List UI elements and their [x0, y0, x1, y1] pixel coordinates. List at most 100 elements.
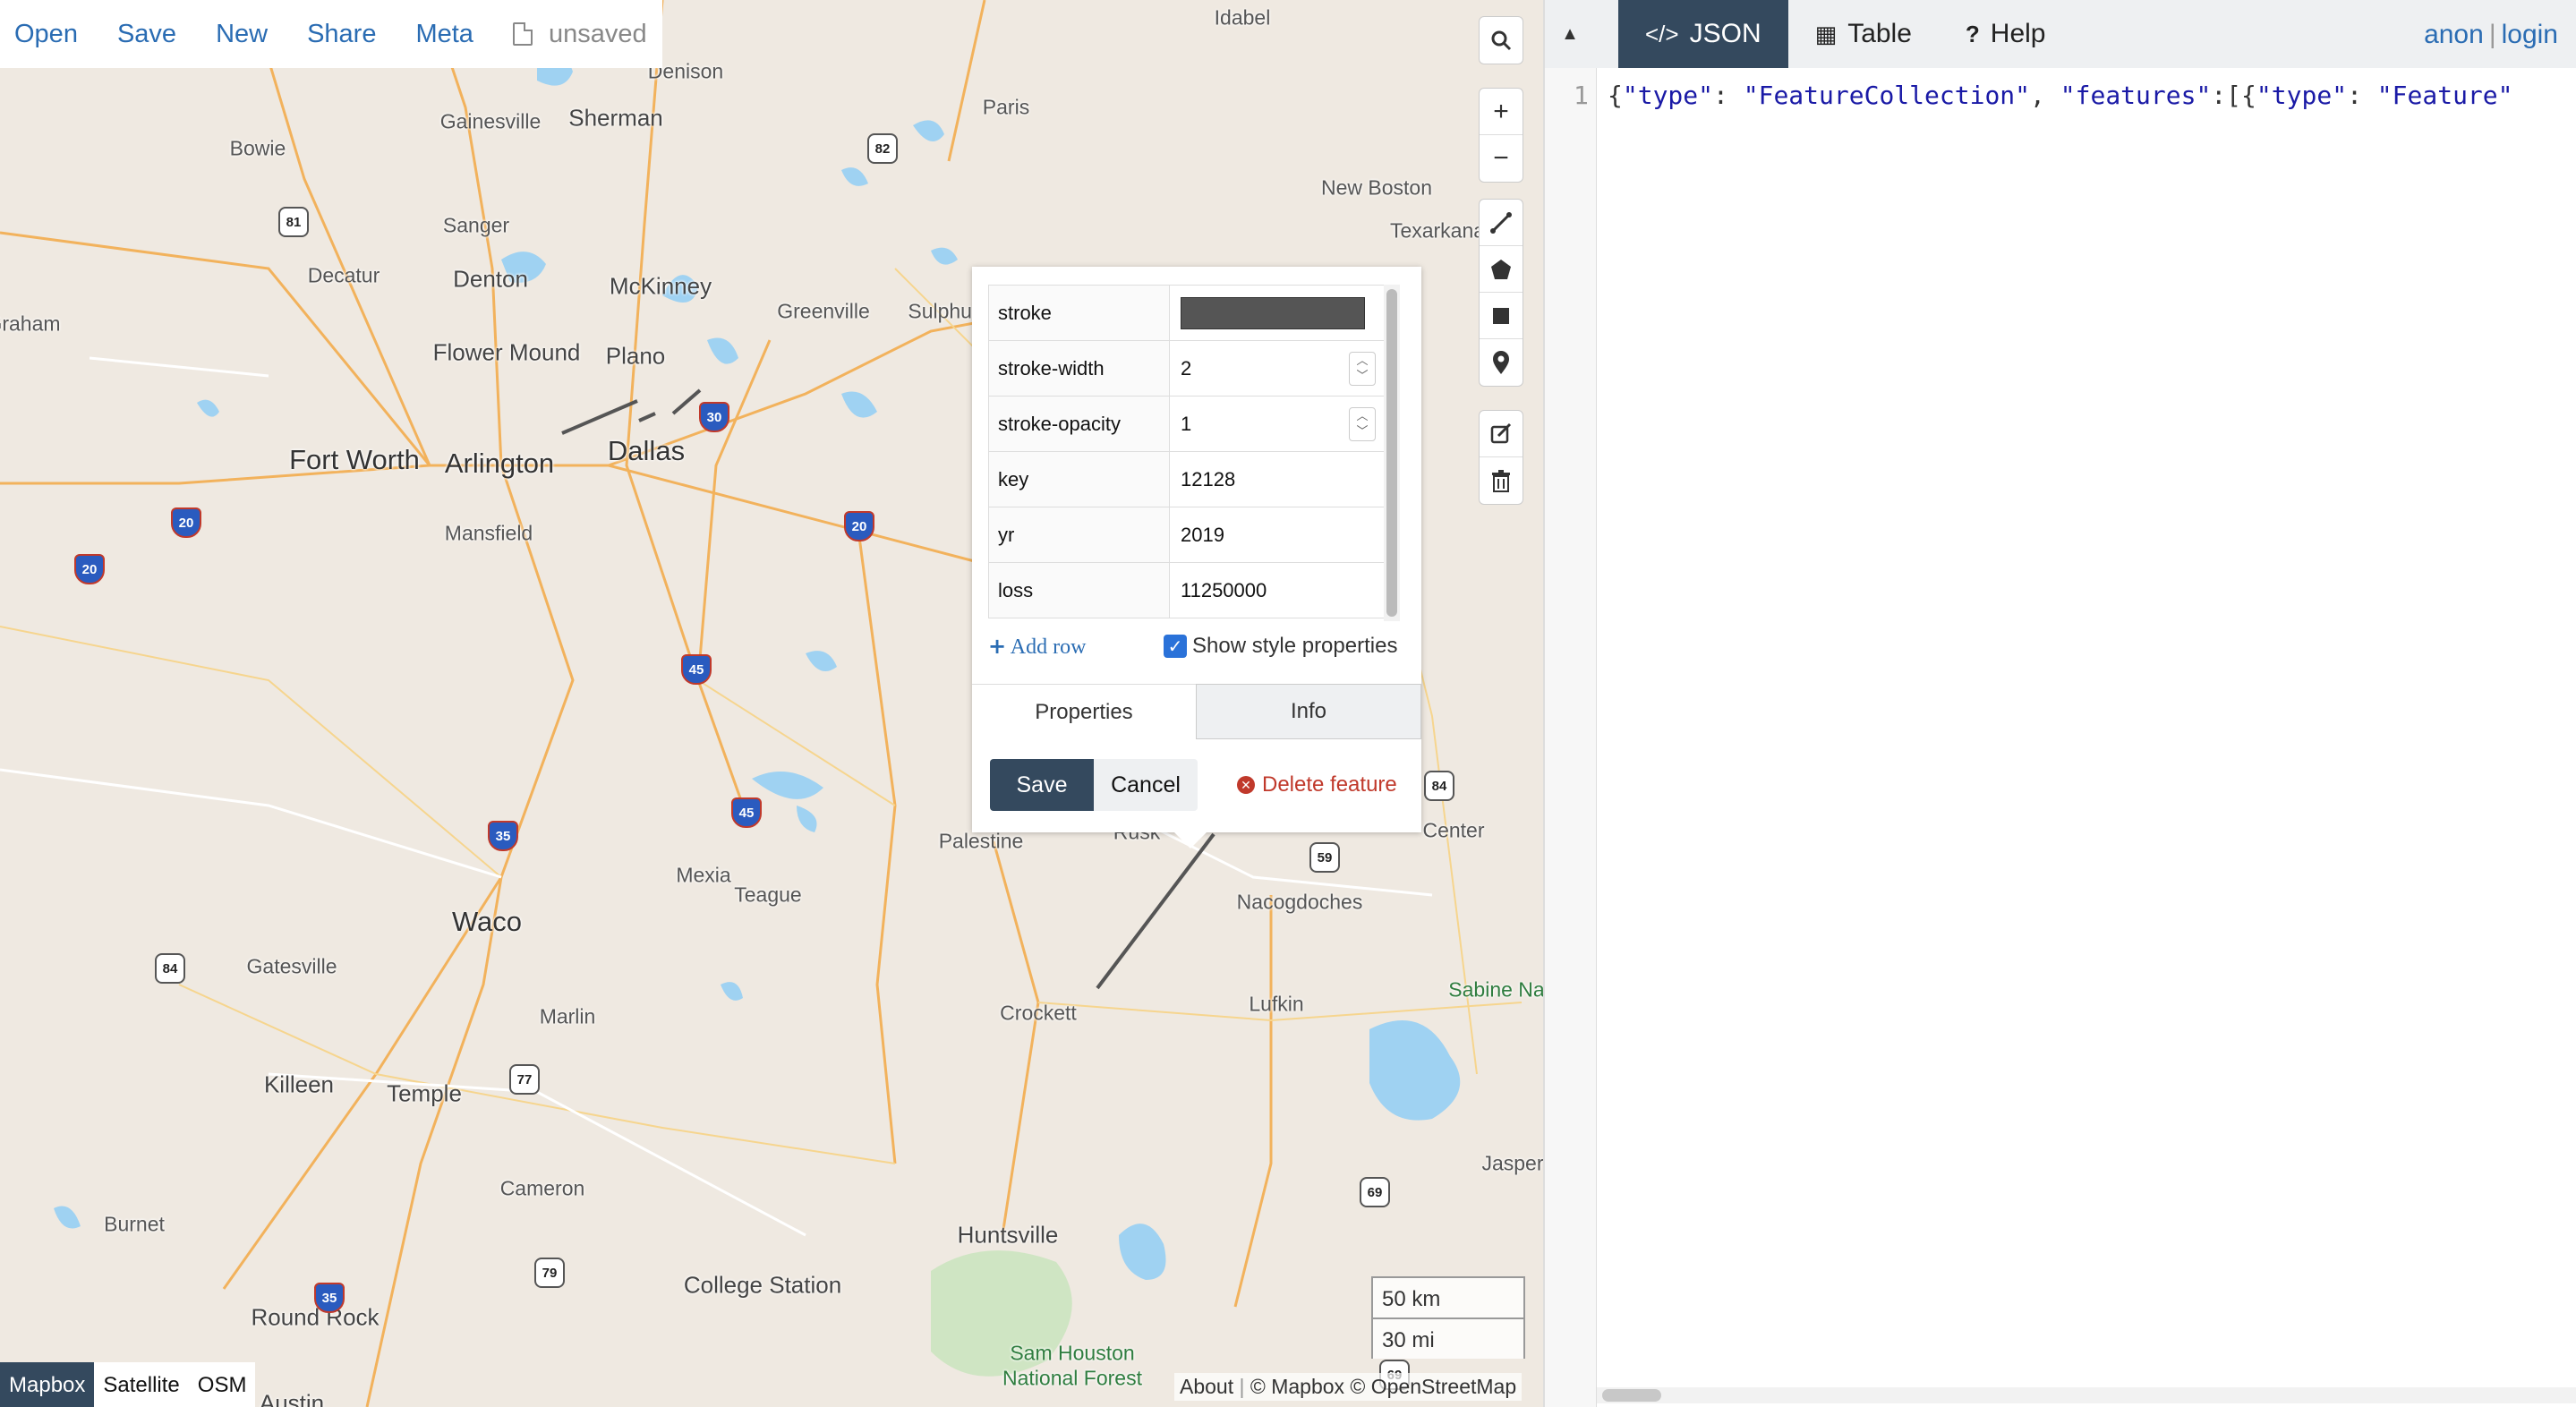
edit-control	[1479, 410, 1523, 505]
city-label: Huntsville	[957, 1221, 1059, 1249]
highway-shield: 79	[534, 1258, 565, 1288]
city-label: Gainesville	[439, 109, 542, 133]
stroke-opacity-value: 1	[1181, 412, 1192, 435]
tab-json[interactable]: </> JSON	[1618, 0, 1788, 68]
city-label: Sam Houston	[1010, 1341, 1135, 1365]
property-value[interactable]: 12128	[1169, 451, 1389, 507]
add-row-label: Add row	[1010, 635, 1087, 659]
tab-help-label: Help	[1990, 19, 2046, 48]
save-button[interactable]: Save	[990, 759, 1094, 811]
collapse-pane-button[interactable]: ▲	[1545, 0, 1595, 68]
delete-feature-button[interactable]: ✕ Delete feature	[1237, 772, 1397, 797]
edit-layers-button[interactable]	[1480, 411, 1523, 457]
property-value[interactable]: 2019	[1169, 507, 1389, 563]
close-circle-icon: ✕	[1237, 776, 1255, 794]
share-menu[interactable]: Share	[307, 20, 376, 49]
city-label: Palestine	[938, 829, 1024, 853]
number-stepper[interactable]: ︿ ﹀	[1349, 352, 1376, 386]
layer-mapbox[interactable]: Mapbox	[0, 1362, 95, 1407]
popup-actions: Save Cancel ✕ Delete feature	[990, 759, 1397, 811]
tab-table[interactable]: ▦ Table	[1787, 0, 1939, 68]
city-label: Round Rock	[251, 1303, 380, 1331]
table-scrollbar[interactable]	[1384, 285, 1400, 621]
property-key[interactable]: key	[988, 451, 1170, 507]
horizontal-scrollbar[interactable]	[1597, 1387, 2576, 1403]
draw-marker-button[interactable]	[1480, 339, 1523, 386]
city-label: Temple	[387, 1079, 462, 1107]
question-icon: ?	[1965, 20, 1980, 47]
property-key[interactable]: loss	[988, 562, 1170, 618]
layer-osm[interactable]: OSM	[188, 1362, 256, 1407]
table-row: stroke	[988, 285, 1389, 341]
city-label: Cameron	[499, 1176, 585, 1200]
city-label: Dallas	[607, 435, 686, 466]
login-link[interactable]: login	[2502, 20, 2558, 49]
property-value[interactable]: 11250000	[1169, 562, 1389, 618]
zoom-out-button[interactable]: −	[1480, 135, 1523, 182]
checkbox-checked-icon[interactable]: ✓	[1164, 635, 1187, 658]
anon-link[interactable]: anon	[2424, 20, 2484, 49]
city-label: McKinney	[609, 272, 712, 300]
city-label: Center	[1422, 818, 1485, 842]
city-label: Arlington	[444, 448, 555, 479]
highway-shield: 77	[509, 1064, 540, 1095]
add-row-button[interactable]: + Add row	[988, 634, 1086, 660]
property-key[interactable]: stroke-opacity	[988, 396, 1170, 452]
code-line[interactable]: {"type": "FeatureCollection", "features"…	[1608, 81, 2513, 110]
tab-help[interactable]: ? Help	[1938, 0, 2073, 68]
city-label: Gatesville	[246, 954, 337, 978]
file-icon	[512, 22, 533, 46]
highway-shield: 81	[278, 207, 309, 237]
file-status[interactable]: unsaved	[512, 20, 647, 49]
city-label: Killeen	[263, 1070, 335, 1098]
trash-icon	[1492, 470, 1510, 492]
property-key[interactable]: stroke-width	[988, 340, 1170, 397]
city-label: Lufkin	[1249, 992, 1304, 1016]
highway-shield: 35	[488, 821, 518, 851]
city-label: Teague	[734, 883, 802, 907]
tab-info[interactable]: Info	[1196, 684, 1421, 739]
show-style-toggle[interactable]: ✓ Show style properties	[1164, 634, 1397, 659]
zoom-in-button[interactable]: +	[1480, 89, 1523, 135]
stroke-color-swatch[interactable]	[1181, 296, 1365, 329]
city-label: Idabel	[1214, 5, 1271, 30]
map-attribution: About | © Mapbox © OpenStreetMap	[1174, 1373, 1523, 1401]
highway-shield: 69	[1360, 1177, 1390, 1207]
property-value[interactable]	[1169, 285, 1389, 341]
city-label: National Forest	[1002, 1366, 1142, 1390]
layer-switcher: Mapbox Satellite OSM	[0, 1362, 256, 1407]
layer-satellite[interactable]: Satellite	[94, 1362, 189, 1407]
line-gutter	[1545, 68, 1597, 1407]
draw-rectangle-button[interactable]	[1480, 293, 1523, 339]
tab-json-label: JSON	[1689, 19, 1761, 48]
property-key[interactable]: yr	[988, 507, 1170, 563]
table-row: stroke-width 2 ︿ ﹀	[988, 340, 1389, 397]
tab-table-label: Table	[1847, 19, 1912, 48]
number-stepper[interactable]: ︿ ﹀	[1349, 407, 1376, 441]
delete-layers-button[interactable]	[1480, 457, 1523, 504]
search-icon	[1491, 30, 1512, 51]
attribution-text[interactable]: © Mapbox © OpenStreetMap	[1250, 1375, 1516, 1398]
new-menu[interactable]: New	[216, 20, 268, 49]
about-link[interactable]: About	[1180, 1375, 1233, 1398]
draw-polygon-button[interactable]	[1480, 246, 1523, 293]
highway-shield: 35	[314, 1283, 345, 1313]
search-button[interactable]	[1480, 17, 1523, 64]
line-icon	[1490, 211, 1512, 234]
city-label: Flower Mound	[432, 338, 581, 366]
tab-properties[interactable]: Properties	[972, 684, 1196, 739]
property-key[interactable]: stroke	[988, 285, 1170, 341]
city-label: New Boston	[1320, 175, 1433, 200]
search-control	[1479, 16, 1523, 64]
json-editor[interactable]: 1 {"type": "FeatureCollection", "feature…	[1545, 68, 2576, 1407]
property-value[interactable]: 2 ︿ ﹀	[1169, 340, 1389, 397]
cancel-button[interactable]: Cancel	[1094, 759, 1198, 811]
open-menu[interactable]: Open	[14, 20, 78, 49]
property-value[interactable]: 1 ︿ ﹀	[1169, 396, 1389, 452]
city-label: College Station	[683, 1271, 842, 1299]
meta-menu[interactable]: Meta	[415, 20, 473, 49]
save-menu[interactable]: Save	[117, 20, 176, 49]
draw-line-button[interactable]	[1480, 200, 1523, 246]
city-label: Texarkana	[1389, 218, 1486, 243]
highway-shield: 20	[844, 511, 874, 541]
